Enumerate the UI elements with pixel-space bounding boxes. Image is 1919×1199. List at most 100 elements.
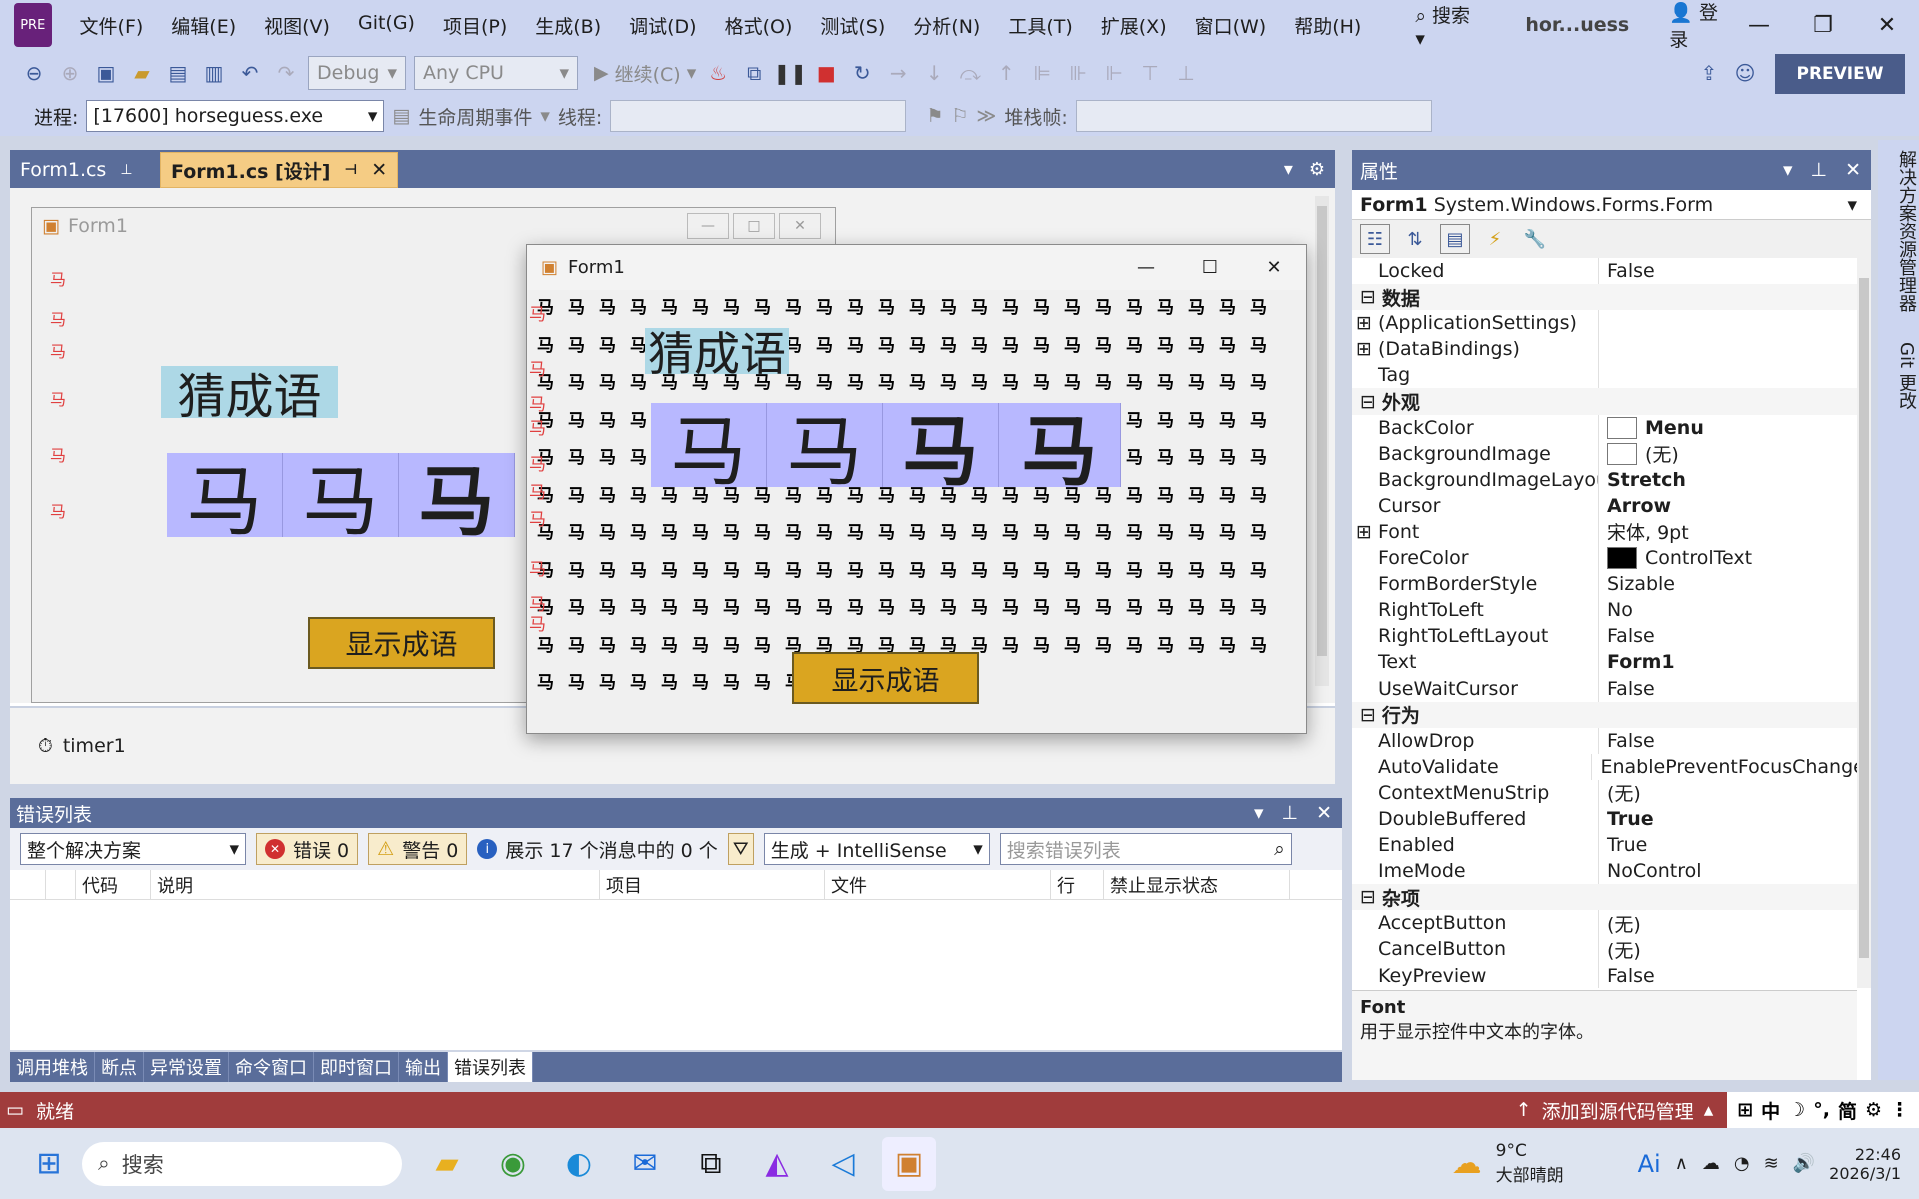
ime-grid-icon[interactable]: ⊞ — [1737, 1099, 1753, 1121]
column-type[interactable] — [46, 870, 76, 899]
chevron-down-icon[interactable]: ▾ — [1847, 194, 1857, 216]
property-grid-scrollbar[interactable] — [1857, 258, 1871, 988]
property-row[interactable]: Enabled True — [1352, 832, 1857, 859]
bottom-tab[interactable]: 即时窗口 — [314, 1052, 399, 1082]
platform-combo[interactable]: Any CPU ▾ — [414, 56, 578, 90]
form-app-icon[interactable]: ▣ — [882, 1136, 936, 1191]
capcut-icon[interactable]: ⧉ — [684, 1137, 738, 1191]
vscode-icon[interactable]: ◁ — [816, 1137, 870, 1191]
column-description[interactable]: 说明 — [151, 870, 600, 899]
edge-icon[interactable]: ◐ — [552, 1137, 606, 1191]
output-window-icon[interactable]: ▭ — [6, 1099, 24, 1121]
pause-icon[interactable]: ❚❚ — [774, 59, 808, 87]
property-category[interactable]: ⊟ 外观 — [1352, 388, 1857, 415]
pin-icon[interactable]: ⊥ — [1282, 802, 1299, 824]
tab-overflow-icon[interactable]: ▾ — [1284, 159, 1293, 180]
dropdown-icon[interactable]: ▾ — [1254, 802, 1264, 824]
lifecycle-dropdown-icon[interactable]: ▾ — [540, 105, 550, 127]
flag-icon[interactable]: ⚑ — [926, 105, 943, 127]
process-combo[interactable]: [17600] horseguess.exe ▾ — [86, 100, 385, 132]
bottom-tab[interactable]: 异常设置 — [144, 1052, 229, 1082]
expand-icon[interactable]: ⊞ — [1356, 312, 1372, 334]
minimize-icon[interactable]: — — [1114, 257, 1178, 278]
property-row[interactable]: RightToLeft No — [1352, 597, 1857, 624]
collapse-icon[interactable]: ⊟ — [1360, 391, 1376, 413]
menu-item[interactable]: 编辑(E) — [157, 12, 250, 39]
collapse-icon[interactable]: ⊟ — [1360, 704, 1376, 726]
gear-icon[interactable]: ⚙ — [1309, 159, 1325, 180]
restore-icon[interactable]: ❐ — [1791, 13, 1855, 38]
categorized-icon[interactable]: ☷ — [1360, 224, 1390, 254]
column-suppression[interactable]: 禁止显示状态 — [1104, 870, 1290, 899]
property-row[interactable]: CancelButton (无) — [1352, 936, 1857, 963]
expand-icon[interactable]: ⊞ — [1356, 338, 1372, 360]
hot-reload-icon[interactable]: ♨ — [704, 59, 732, 87]
property-row[interactable]: DoubleBuffered True — [1352, 805, 1857, 833]
property-row[interactable]: ⊞ (DataBindings) — [1352, 336, 1857, 363]
wrench-icon[interactable]: 🔧 — [1520, 224, 1550, 254]
menu-item[interactable]: 测试(S) — [806, 12, 899, 39]
share-icon[interactable]: ⇪ — [1695, 59, 1723, 87]
menu-item[interactable]: 视图(V) — [250, 12, 344, 39]
chevron-up-icon[interactable]: ∧ — [1675, 1153, 1688, 1174]
align-lefts-icon[interactable]: ⊫ — [1028, 59, 1056, 87]
close-icon[interactable]: ✕ — [1855, 13, 1919, 38]
property-row[interactable]: AcceptButton (无) — [1352, 910, 1857, 937]
events-icon[interactable]: ⚡ — [1480, 224, 1510, 254]
designer-scrollbar[interactable] — [1315, 196, 1329, 686]
align-middles-icon[interactable]: ⊥ — [1172, 59, 1200, 87]
clock[interactable]: 22:46 2026/3/1 — [1829, 1145, 1901, 1183]
copilot-icon[interactable]: Ai — [1638, 1150, 1661, 1178]
filter-icon[interactable]: ≫ — [976, 105, 996, 127]
feedback-icon[interactable]: ☺ — [1731, 59, 1759, 87]
property-row[interactable]: Locked False — [1352, 258, 1857, 285]
chevron-up-icon[interactable]: ▴ — [1704, 1099, 1714, 1121]
ime-simplified-icon[interactable]: 简 — [1838, 1097, 1857, 1124]
tab-form1-cs[interactable]: Form1.cs ⊥ — [10, 152, 160, 188]
chrome-icon[interactable]: ◉ — [486, 1137, 540, 1191]
design-show-button[interactable]: 显示成语 — [308, 617, 495, 669]
ime-more-icon[interactable]: ⋮ — [1890, 1099, 1909, 1121]
menu-item[interactable]: 分析(N) — [899, 12, 994, 39]
bottom-tab[interactable]: 调用堆栈 — [10, 1052, 95, 1082]
property-row[interactable]: BackColor Menu — [1352, 414, 1857, 441]
collapse-icon[interactable]: ⊟ — [1360, 886, 1376, 908]
taskbar-search[interactable]: ⌕ 搜索 — [82, 1141, 402, 1186]
save-icon[interactable]: ▤ — [164, 59, 192, 87]
ime-punct-icon[interactable]: °, — [1813, 1099, 1830, 1121]
onedrive-icon[interactable]: ☁ — [1702, 1153, 1720, 1174]
pin-icon[interactable]: ⊥ — [1811, 159, 1828, 181]
property-row[interactable]: ⊞ (ApplicationSettings) — [1352, 310, 1857, 337]
menu-item[interactable]: 格式(O) — [711, 12, 807, 39]
lifecycle-events-button[interactable]: 生命周期事件 — [418, 103, 532, 130]
property-row[interactable]: ForeColor ControlText — [1352, 545, 1857, 572]
property-row[interactable]: RightToLeftLayout False — [1352, 623, 1857, 650]
close-icon[interactable]: ✕ — [1845, 159, 1861, 181]
close-icon[interactable]: ✕ — [1242, 257, 1306, 278]
property-category[interactable]: ⊟ 行为 — [1352, 701, 1857, 728]
menu-item[interactable]: 扩展(X) — [1087, 12, 1181, 39]
design-label-chengyu[interactable]: 猜成语 — [161, 366, 338, 425]
bottom-tab[interactable]: 命令窗口 — [229, 1052, 314, 1082]
search-menu[interactable]: ⌕ 搜索 ▾ — [1405, 1, 1485, 50]
messages-filter-button[interactable]: i 展示 17 个消息中的 0 个 — [477, 836, 718, 863]
property-row[interactable]: FormBorderStyle Sizable — [1352, 571, 1857, 598]
redo-icon[interactable]: ↷ — [272, 59, 300, 87]
login-button[interactable]: 👤 登录 — [1669, 0, 1727, 52]
collapse-icon[interactable]: ⊟ — [1360, 286, 1376, 308]
ime-moon-icon[interactable]: ☽ — [1788, 1099, 1805, 1121]
ma-cell[interactable]: 马 — [883, 403, 999, 496]
property-row[interactable]: Cursor Arrow — [1352, 492, 1857, 519]
solution-name[interactable]: hor...uess — [1515, 14, 1639, 36]
volume-icon[interactable]: 🔊 — [1793, 1153, 1815, 1174]
solution-explorer-tab[interactable]: 解决方案资源管理器 — [1878, 150, 1919, 312]
filter-icon[interactable]: ⛛ — [727, 833, 754, 865]
browser-link-icon[interactable]: ⧉ — [740, 59, 768, 87]
alphabetical-icon[interactable]: ⇅ — [1400, 224, 1430, 254]
dropdown-icon[interactable]: ▾ — [1783, 159, 1793, 181]
preview-button[interactable]: PREVIEW — [1775, 54, 1905, 94]
visual-studio-preview-icon[interactable]: ◭ — [750, 1137, 804, 1191]
menu-item[interactable]: 调试(D) — [615, 12, 710, 39]
column-line[interactable]: 行 — [1051, 870, 1104, 899]
running-form-window[interactable]: ▣ Form1 — ☐ ✕ 马马马马马马马马马马马马马马马马马马马马马马马马马马… — [526, 244, 1307, 734]
